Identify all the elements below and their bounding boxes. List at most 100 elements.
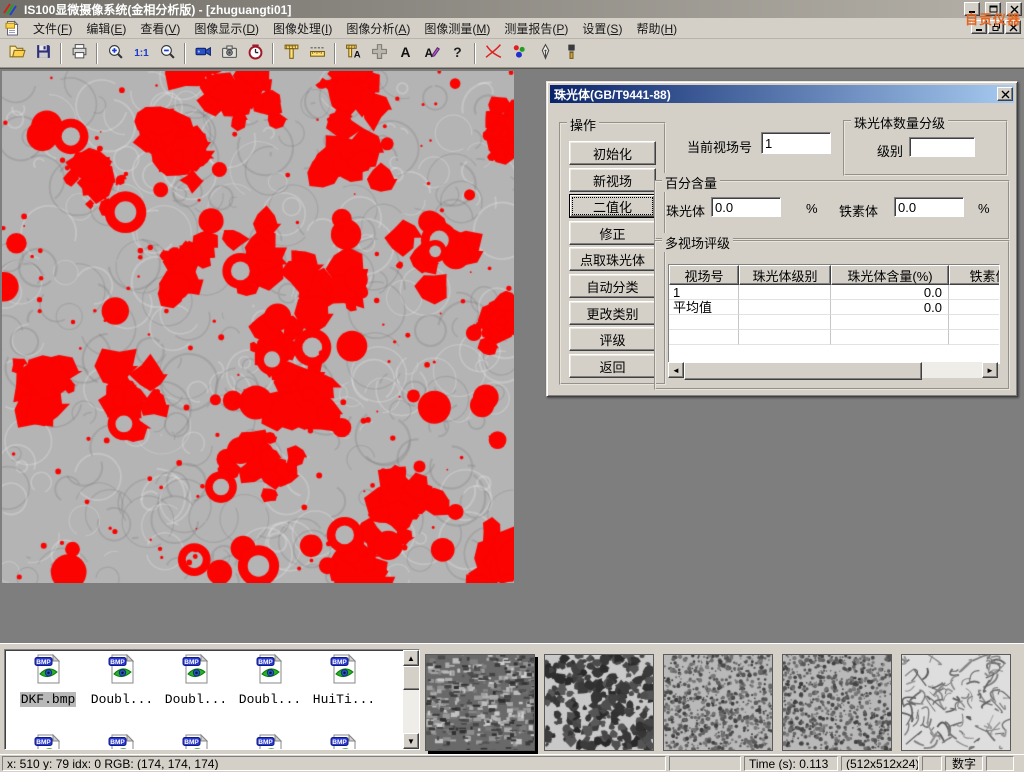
initialize-button[interactable]: 初始化 (569, 141, 656, 165)
thumbnail-5[interactable] (901, 654, 1011, 751)
zoom-out-button[interactable] (154, 41, 180, 65)
percent-group-label: 百分含量 (662, 173, 720, 192)
mdi-restore-button[interactable] (988, 20, 1004, 34)
close-button[interactable] (1006, 2, 1022, 16)
table-row[interactable]: 平均值0.0 (669, 300, 999, 315)
table-cell (831, 330, 949, 345)
file-item[interactable]: BMPHuiTi... (309, 653, 379, 708)
thumbnail-2[interactable] (544, 654, 654, 751)
maximize-button[interactable] (985, 2, 1001, 16)
bmp-file-icon: BMP (309, 733, 379, 750)
file-item[interactable]: BMP (161, 733, 231, 750)
auto-classify-button[interactable]: 自动分类 (569, 274, 656, 298)
menu-bar: 文件(F)编辑(E)查看(V)图像显示(D)图像处理(I)图像分析(A)图像测量… (0, 18, 1024, 39)
save-button[interactable] (30, 41, 56, 65)
actual-size-button[interactable]: 1:1 (128, 41, 154, 65)
thumbnail-4[interactable] (782, 654, 892, 751)
dialog-title-bar[interactable]: 珠光体(GB/T9441-88) (550, 85, 1014, 103)
scrollbar-thumb[interactable] (403, 666, 420, 690)
file-item[interactable]: BMP (87, 733, 157, 750)
pick-pearlite-button[interactable]: 点取珠光体 (569, 247, 656, 271)
binarize-button[interactable]: 二值化 (569, 194, 656, 218)
svg-text:?: ? (453, 44, 461, 60)
thumbnail-3[interactable] (663, 654, 773, 751)
menu-item-view[interactable]: 查看(V) (133, 20, 187, 38)
toolbar-separator (184, 43, 186, 64)
caliper-button[interactable] (278, 41, 304, 65)
file-item[interactable]: BMPDKF.bmp (13, 653, 83, 708)
actual-size-icon: 1:1 (133, 43, 150, 63)
svg-text:A: A (400, 44, 410, 60)
table-cell (739, 330, 831, 345)
delete-curve-button[interactable] (480, 41, 506, 65)
ruler-button[interactable] (304, 41, 330, 65)
mdi-close-button[interactable] (1005, 20, 1021, 34)
file-item[interactable]: BMPDoubl... (87, 653, 157, 708)
classify-dots-button[interactable] (506, 41, 532, 65)
mdi-minimize-button[interactable] (971, 20, 987, 34)
table-cell (949, 315, 1000, 330)
current-view-input[interactable] (761, 132, 831, 154)
menu-item-measurement-report[interactable]: 测量报告(P) (497, 20, 575, 38)
table-horizontal-scrollbar[interactable]: ◄ ► (668, 362, 998, 378)
table-row[interactable] (669, 330, 999, 345)
correct-button[interactable]: 修正 (569, 221, 656, 245)
window-title: IS100显微摄像系统(金相分析版) - [zhuguangti01] (22, 1, 959, 18)
file-item[interactable]: BMPDoubl... (161, 653, 231, 708)
menu-item-image-measurement[interactable]: 图像测量(M) (417, 20, 497, 38)
menu-item-image-processing[interactable]: 图像处理(I) (266, 20, 339, 38)
measure-text-button[interactable]: A (340, 41, 366, 65)
video-camera-button[interactable] (190, 41, 216, 65)
zoom-in-icon (107, 43, 124, 63)
minimize-button[interactable] (964, 2, 980, 16)
table-row[interactable]: 10.0 (669, 285, 999, 300)
menu-item-file[interactable]: 文件(F) (26, 20, 79, 38)
zoom-in-button[interactable] (102, 41, 128, 65)
dialog-close-button[interactable] (997, 87, 1013, 101)
file-item[interactable]: BMPDoubl... (235, 653, 305, 708)
file-item[interactable]: BMP (13, 733, 83, 750)
grading-level-label: 级别 (877, 141, 903, 160)
table-row[interactable] (669, 315, 999, 330)
scroll-down-button[interactable]: ▼ (403, 733, 419, 749)
menu-item-settings[interactable]: 设置(S) (575, 20, 629, 38)
annotate-icon: A (423, 43, 440, 63)
rate-button[interactable]: 评级 (569, 327, 656, 351)
ferrite-label: 铁素体 (839, 201, 878, 220)
open-button[interactable] (4, 41, 30, 65)
pen-button[interactable] (532, 41, 558, 65)
menu-item-help[interactable]: 帮助(H) (629, 20, 684, 38)
file-item[interactable]: BMP (309, 733, 379, 750)
pearlite-label: 珠光体 (666, 201, 705, 220)
menu-item-image-analysis[interactable]: 图像分析(A) (339, 20, 417, 38)
bmp-file-icon: BMP (161, 653, 231, 690)
new-field-button[interactable]: 新视场 (569, 168, 656, 192)
change-class-button[interactable]: 更改类别 (569, 301, 656, 325)
thumbnail-1[interactable] (425, 654, 535, 751)
svg-text:BMP: BMP (110, 739, 125, 746)
crosshair-button[interactable] (366, 41, 392, 65)
scrollbar-thumb[interactable] (684, 362, 922, 380)
print-button[interactable] (66, 41, 92, 65)
menu-item-edit[interactable]: 编辑(E) (79, 20, 133, 38)
scroll-right-button[interactable]: ► (982, 362, 998, 378)
ferrite-percent-input[interactable] (894, 197, 964, 217)
bmp-file-icon: BMP (161, 733, 231, 750)
timer-button[interactable] (242, 41, 268, 65)
file-browser-scrollbar[interactable]: ▲ ▼ (403, 650, 419, 749)
brush-button[interactable] (558, 41, 584, 65)
camera-button[interactable] (216, 41, 242, 65)
status-empty-2 (922, 756, 942, 771)
microstructure-image[interactable] (2, 71, 514, 583)
grading-level-input[interactable] (909, 137, 975, 157)
menu-item-image-display[interactable]: 图像显示(D) (187, 20, 266, 38)
help-button[interactable]: ? (444, 41, 470, 65)
text-label-button[interactable]: A (392, 41, 418, 65)
scroll-left-button[interactable]: ◄ (668, 362, 684, 378)
pearlite-percent-input[interactable] (711, 197, 781, 217)
file-item[interactable]: BMP (235, 733, 305, 750)
toolbar-separator (474, 43, 476, 64)
scroll-up-button[interactable]: ▲ (403, 650, 419, 666)
return-button[interactable]: 返回 (569, 354, 656, 378)
annotate-button[interactable]: A (418, 41, 444, 65)
